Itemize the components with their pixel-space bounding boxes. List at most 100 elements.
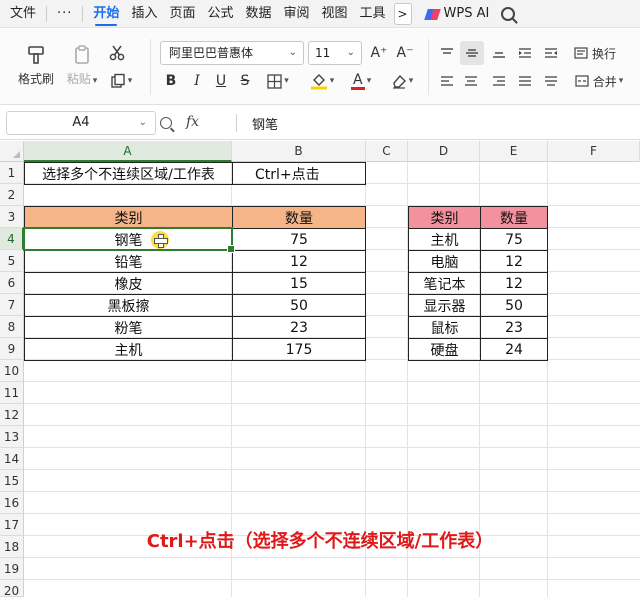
strikethrough-button[interactable]: S: [234, 69, 256, 93]
column-header-a[interactable]: A: [24, 141, 232, 162]
row-header[interactable]: 5: [0, 250, 24, 272]
tab-home[interactable]: 开始: [87, 0, 125, 28]
italic-button[interactable]: I: [186, 69, 208, 93]
row-header[interactable]: 20: [0, 580, 24, 597]
cell-a1[interactable]: 选择多个不连续区域/工作表: [24, 162, 233, 185]
align-left-button[interactable]: [436, 69, 458, 93]
name-box[interactable]: A4 ⌄: [6, 111, 156, 135]
menu-file[interactable]: 文件: [0, 0, 42, 28]
row-header[interactable]: 19: [0, 558, 24, 580]
table1-cell-category[interactable]: 铅笔: [24, 250, 233, 273]
function-icon[interactable]: fx: [186, 114, 199, 130]
table1-header-category[interactable]: 类别: [24, 206, 233, 229]
tab-formulas[interactable]: 公式: [201, 0, 239, 28]
clear-format-button[interactable]: ▾: [384, 69, 420, 93]
outdent-button[interactable]: [540, 41, 562, 65]
align-bottom-button[interactable]: [488, 41, 510, 65]
column-header-b[interactable]: B: [232, 141, 366, 162]
table2-cell-quantity[interactable]: 12: [480, 250, 548, 273]
tab-page[interactable]: 页面: [163, 0, 201, 28]
tab-tools[interactable]: 工具: [354, 0, 392, 28]
table2-cell-category[interactable]: 鼠标: [408, 316, 481, 339]
table1-cell-category[interactable]: 粉笔: [24, 316, 233, 339]
table2-cell-quantity[interactable]: 23: [480, 316, 548, 339]
more-tabs-button[interactable]: >: [393, 2, 412, 25]
table2-cell-category[interactable]: 电脑: [408, 250, 481, 273]
table2-cell-category[interactable]: 硬盘: [408, 338, 481, 361]
row-header[interactable]: 1: [0, 162, 24, 184]
table2-header-category[interactable]: 类别: [408, 206, 481, 229]
column-header-f[interactable]: F: [548, 141, 640, 162]
tab-insert[interactable]: 插入: [125, 0, 163, 28]
font-name-select[interactable]: 阿里巴巴普惠体 ⌄: [160, 41, 304, 65]
align-top-button[interactable]: [436, 41, 458, 65]
table1-cell-quantity[interactable]: 50: [232, 294, 366, 317]
row-header[interactable]: 14: [0, 448, 24, 470]
table2-cell-quantity[interactable]: 50: [480, 294, 548, 317]
tab-data[interactable]: 数据: [239, 0, 277, 28]
row-header[interactable]: 15: [0, 470, 24, 492]
table1-header-quantity[interactable]: 数量: [232, 206, 366, 229]
distribute-button[interactable]: [540, 69, 562, 93]
format-painter-button[interactable]: 格式刷: [14, 37, 58, 93]
font-decrease-button[interactable]: A⁻: [394, 41, 416, 65]
align-right-button[interactable]: [488, 69, 510, 93]
row-header[interactable]: 9: [0, 338, 24, 360]
table1-cell-quantity[interactable]: 12: [232, 250, 366, 273]
row-header[interactable]: 10: [0, 360, 24, 382]
table2-header-quantity[interactable]: 数量: [480, 206, 548, 229]
table1-cell-quantity[interactable]: 175: [232, 338, 366, 361]
table2-cell-quantity[interactable]: 24: [480, 338, 548, 361]
wrap-text-button[interactable]: 换行: [570, 41, 620, 65]
row-header[interactable]: 8: [0, 316, 24, 338]
tab-view[interactable]: 视图: [316, 0, 354, 28]
table1-cell-category[interactable]: 橡皮: [24, 272, 233, 295]
bold-button[interactable]: B: [160, 69, 182, 93]
justify-button[interactable]: [514, 69, 536, 93]
table2-cell-quantity[interactable]: 12: [480, 272, 548, 295]
table1-cell-category[interactable]: 钢笔: [24, 228, 233, 251]
row-header[interactable]: 6: [0, 272, 24, 294]
table1-cell-category[interactable]: 黑板擦: [24, 294, 233, 317]
table2-cell-category[interactable]: 显示器: [408, 294, 481, 317]
table2-cell-category[interactable]: 笔记本: [408, 272, 481, 295]
paste-button[interactable]: 粘贴 ▾: [62, 37, 102, 93]
align-center-button[interactable]: [460, 69, 482, 93]
row-header[interactable]: 7: [0, 294, 24, 316]
underline-button[interactable]: U: [210, 69, 232, 93]
row-header[interactable]: 12: [0, 404, 24, 426]
search-icon[interactable]: [501, 6, 516, 21]
formula-input[interactable]: 钢笔: [252, 114, 278, 133]
table2-cell-quantity[interactable]: 75: [480, 228, 548, 251]
tab-review[interactable]: 审阅: [278, 0, 316, 28]
copy-button[interactable]: ▾: [104, 69, 138, 93]
cell-b1[interactable]: Ctrl+点击: [232, 162, 366, 185]
font-size-select[interactable]: 11 ⌄: [308, 41, 362, 65]
row-header[interactable]: 11: [0, 382, 24, 404]
column-header-d[interactable]: D: [408, 141, 480, 162]
table1-cell-quantity[interactable]: 23: [232, 316, 366, 339]
align-middle-button[interactable]: [460, 41, 484, 65]
select-all-corner[interactable]: [0, 141, 24, 162]
row-header[interactable]: 13: [0, 426, 24, 448]
table1-cell-quantity[interactable]: 15: [232, 272, 366, 295]
indent-button[interactable]: [514, 41, 536, 65]
row-header[interactable]: 3: [0, 206, 24, 228]
table1-cell-category[interactable]: 主机: [24, 338, 233, 361]
column-header-e[interactable]: E: [480, 141, 548, 162]
borders-button[interactable]: ▾: [262, 69, 294, 93]
cut-button[interactable]: [104, 41, 130, 65]
row-header[interactable]: 16: [0, 492, 24, 514]
column-header-c[interactable]: C: [366, 141, 408, 162]
table1-cell-quantity[interactable]: 75: [232, 228, 366, 251]
fill-color-button[interactable]: ▾: [304, 69, 340, 93]
more-menu-icon[interactable]: ···: [51, 0, 78, 28]
zoom-icon[interactable]: [160, 117, 172, 129]
row-header[interactable]: 2: [0, 184, 24, 206]
row-header[interactable]: 4: [0, 228, 24, 250]
merge-cells-button[interactable]: 合并 ▾: [570, 69, 628, 93]
font-increase-button[interactable]: A⁺: [368, 41, 390, 65]
table2-cell-category[interactable]: 主机: [408, 228, 481, 251]
font-color-button[interactable]: A ▾: [344, 69, 378, 93]
wps-ai-button[interactable]: WPS AI: [426, 0, 490, 28]
